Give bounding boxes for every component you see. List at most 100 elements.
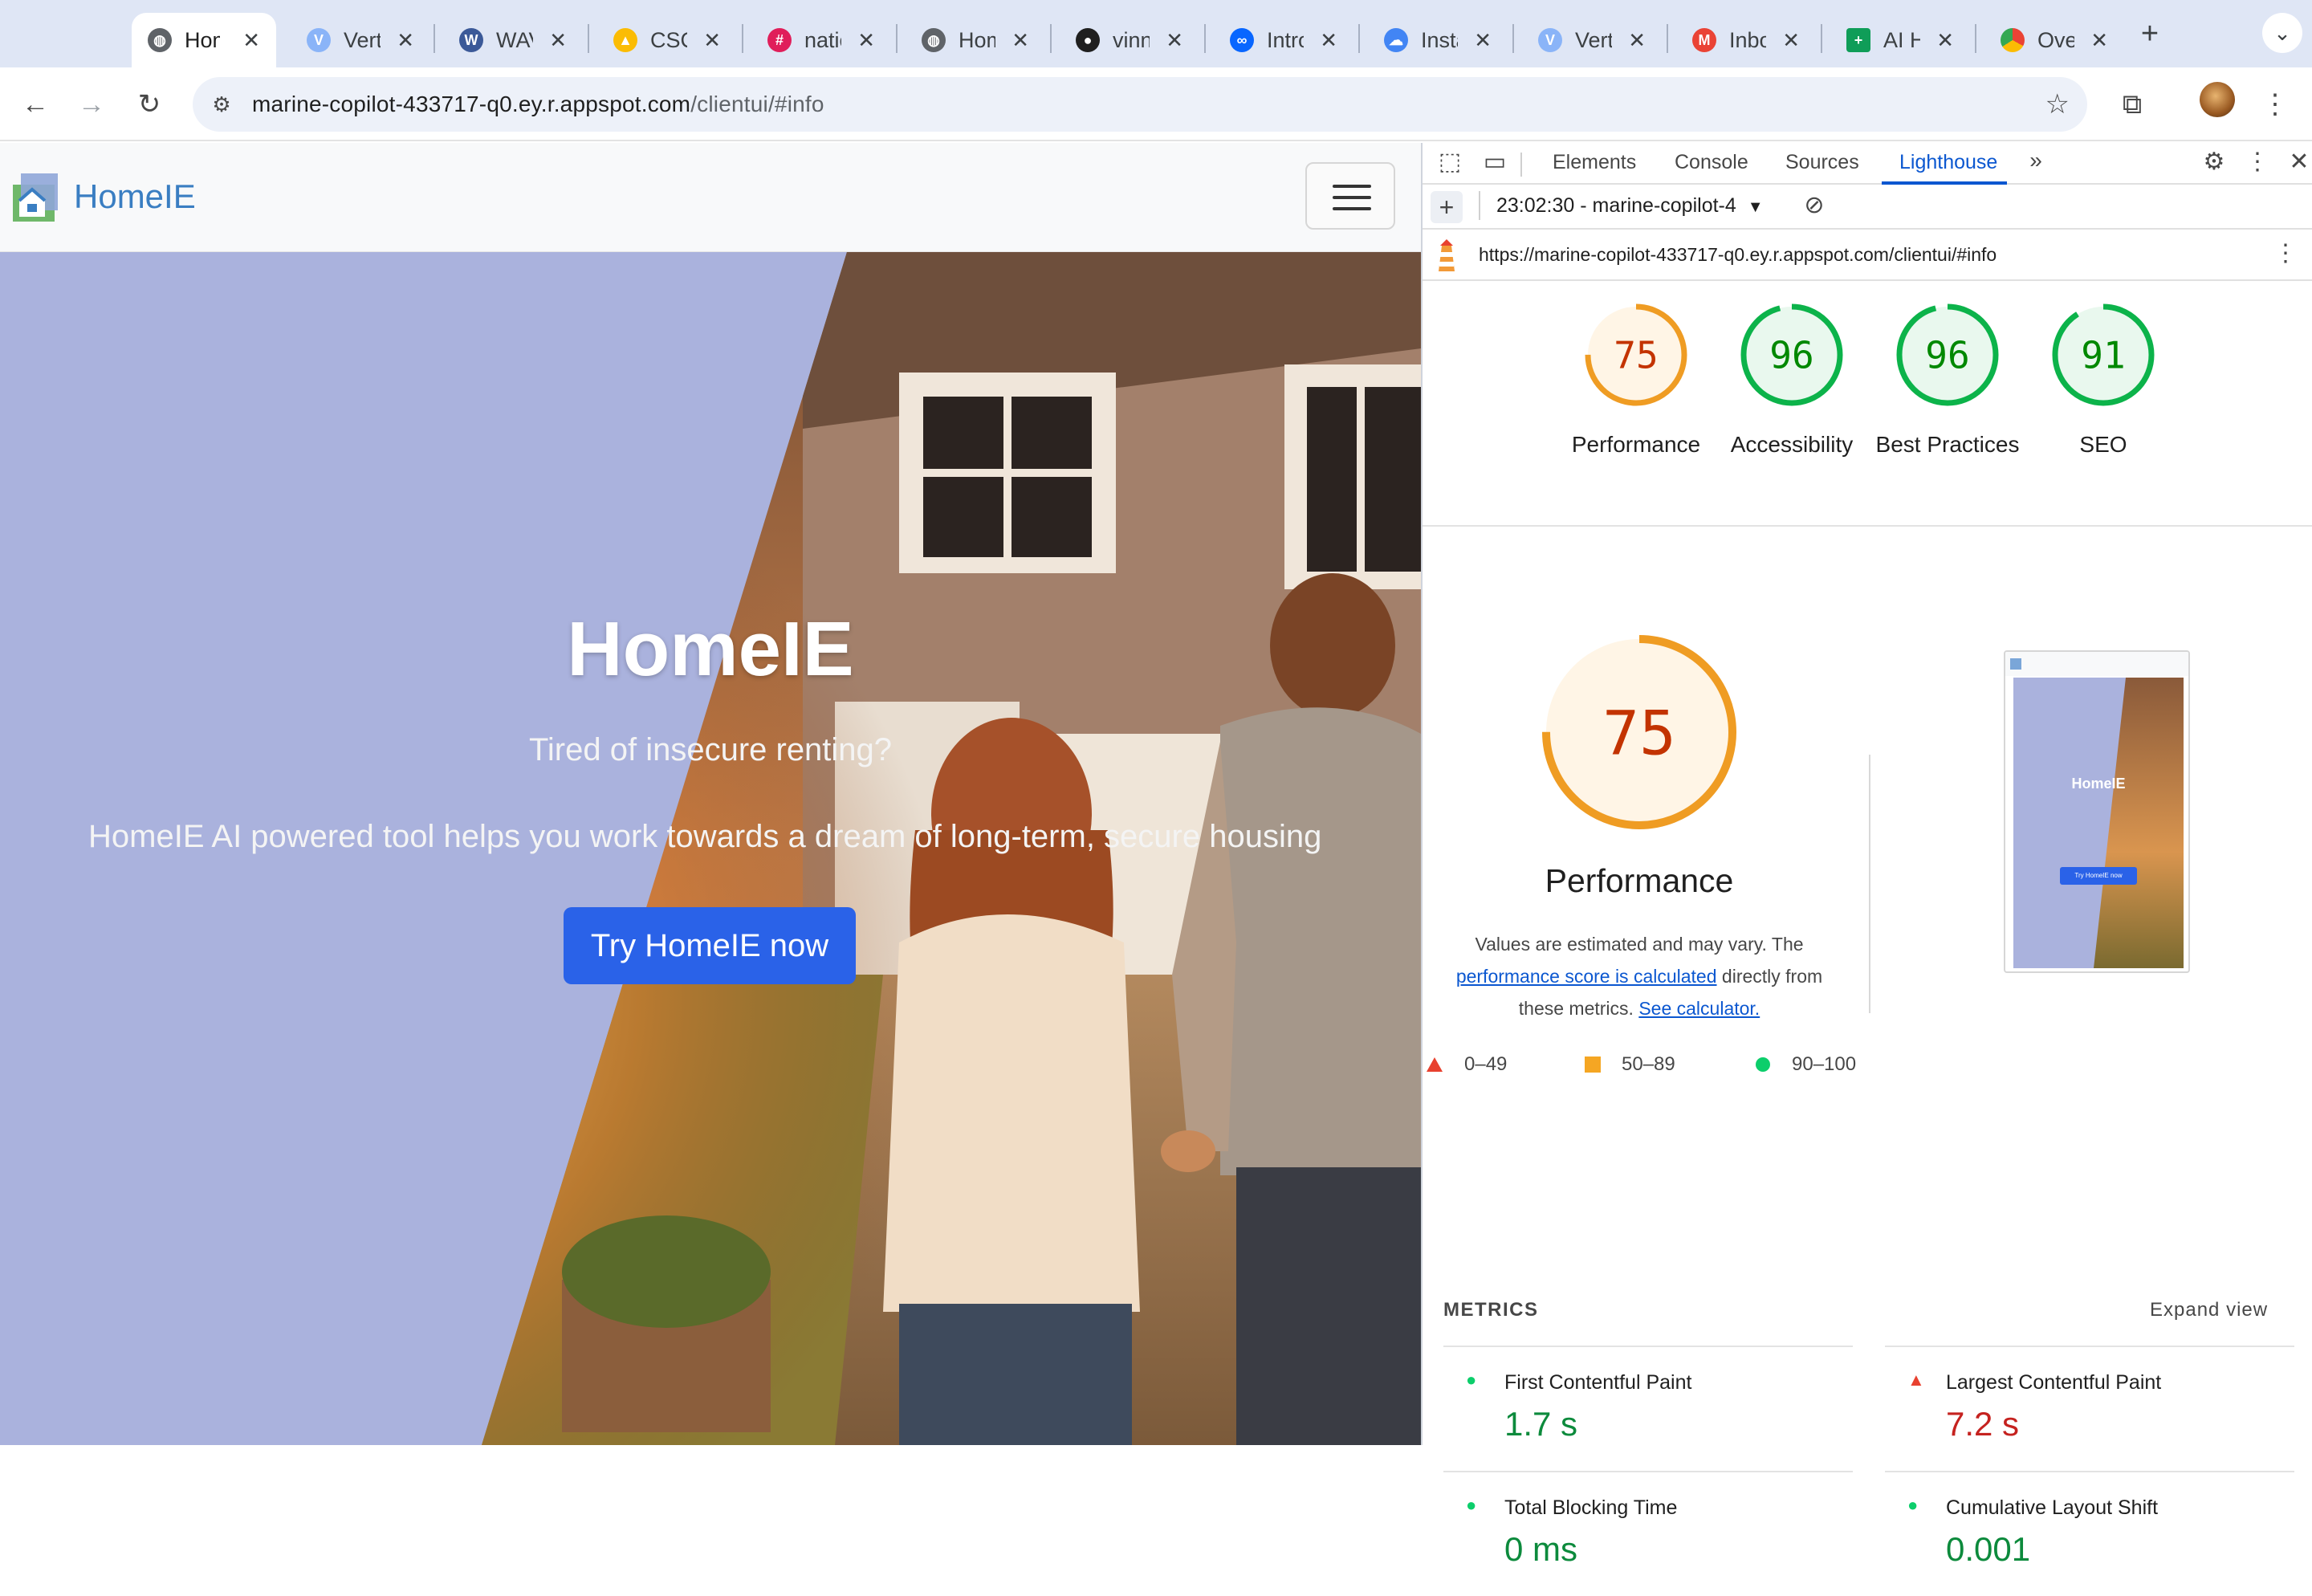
forward-arrow-icon[interactable]: →: [71, 83, 112, 125]
new-tab-button[interactable]: +: [2132, 16, 2168, 51]
close-tab-icon[interactable]: ✕: [242, 28, 260, 53]
url-text: marine-copilot-433717-q0.ey.r.appspot.co…: [252, 92, 824, 117]
metric-value: 0 ms: [1504, 1530, 1578, 1568]
report-url[interactable]: https://marine-copilot-433717-q0.ey.r.ap…: [1479, 244, 1997, 266]
report-menu-kebab-icon[interactable]: ⋮: [2273, 239, 2298, 267]
profile-avatar[interactable]: [2200, 82, 2235, 117]
tab-lighthouse[interactable]: Lighthouse: [1899, 151, 1997, 174]
see-calculator-link[interactable]: See calculator.: [1638, 998, 1760, 1019]
bookmark-star-icon[interactable]: ☆: [2045, 88, 2070, 120]
report-selector[interactable]: 23:02:30 - marine-copilot-4 ▼: [1496, 194, 1764, 218]
tab-console[interactable]: Console: [1675, 151, 1748, 174]
tab-github[interactable]: ● vinny ✕: [1060, 13, 1199, 67]
meta-icon: ∞: [1230, 28, 1254, 52]
tab-vertex[interactable]: V Vertex AI ✕: [291, 13, 430, 67]
hero-description: HomeIE AI powered tool helps you work to…: [88, 819, 1322, 854]
chrome-icon: [2001, 28, 2025, 52]
close-tab-icon[interactable]: ✕: [703, 28, 721, 53]
tab-instances[interactable]: ☁ Instances ✕: [1368, 13, 1508, 67]
tab-elements[interactable]: Elements: [1553, 151, 1636, 174]
close-tab-icon[interactable]: ✕: [1166, 28, 1183, 53]
metric-cls: ● Cumulative Layout Shift 0.001: [1885, 1471, 2294, 1596]
navbar-toggler-button[interactable]: [1305, 162, 1395, 230]
score-label-accessibility[interactable]: Accessibility: [1712, 432, 1872, 458]
score-label-performance[interactable]: Performance: [1556, 432, 1716, 458]
square-icon: [1585, 1057, 1601, 1073]
try-homeie-button[interactable]: Try HomeIE now: [564, 907, 856, 984]
close-tab-icon[interactable]: ✕: [1012, 28, 1029, 53]
close-tab-icon[interactable]: ✕: [1474, 28, 1492, 53]
section-divider: [1423, 525, 2312, 527]
tab-search-chevron-icon[interactable]: ⌄: [2262, 13, 2302, 53]
back-arrow-icon[interactable]: ←: [14, 83, 56, 125]
close-tab-icon[interactable]: ✕: [2090, 28, 2108, 53]
close-tab-icon[interactable]: ✕: [1320, 28, 1337, 53]
brand[interactable]: HomeIE: [8, 169, 196, 225]
close-devtools-icon[interactable]: ✕: [2283, 148, 2312, 176]
close-tab-icon[interactable]: ✕: [857, 28, 875, 53]
thumb-cta: Try HomeIE now: [2060, 867, 2137, 885]
settings-gear-icon[interactable]: ⚙: [2198, 148, 2230, 176]
menu-kebab-icon[interactable]: ⋮: [2256, 85, 2294, 124]
tab-meta[interactable]: ∞ Introducing ✕: [1214, 13, 1353, 67]
tab-gmail[interactable]: M Inbox ✕: [1676, 13, 1816, 67]
address-bar[interactable]: ⚙ marine-copilot-433717-q0.ey.r.appspot.…: [193, 77, 2087, 132]
score-gauges: 75 96 96 91: [1585, 303, 2155, 406]
thumb-logo-icon: [2010, 658, 2021, 670]
reload-icon[interactable]: ↻: [128, 83, 170, 125]
close-tab-icon[interactable]: ✕: [1936, 28, 1954, 53]
web-page: HomeIE HomeIE Tired of insecure renting?…: [0, 143, 1421, 1445]
clear-reports-icon[interactable]: ⊘: [1800, 191, 1829, 220]
close-tab-icon[interactable]: ✕: [1628, 28, 1646, 53]
tab-csci[interactable]: ▲ CSCI ✕: [597, 13, 737, 67]
metric-name: Cumulative Layout Shift: [1946, 1496, 2159, 1519]
thumb-navbar: [2005, 652, 2188, 676]
globe-icon: ◍: [148, 28, 172, 52]
tab-homeie-active[interactable]: ◍ HomeIE ✕: [132, 13, 276, 67]
page-screenshot-thumbnail[interactable]: HomeIE Try HomeIE now: [2004, 650, 2190, 973]
devtools-panel: ⬚ ▭ Elements Console Sources Lighthouse …: [1421, 143, 2312, 1568]
more-tabs-chevron-icon[interactable]: »: [2020, 148, 2052, 173]
report-selector-label: 23:02:30 - marine-copilot-4: [1496, 194, 1736, 217]
close-tab-icon[interactable]: ✕: [1782, 28, 1800, 53]
tab-overview[interactable]: Overview ✕: [1984, 13, 2124, 67]
sheets-icon: +: [1846, 28, 1870, 52]
devtools-menu-kebab-icon[interactable]: ⋮: [2241, 148, 2273, 176]
tab-separator: [1975, 24, 1976, 53]
tab-homeie[interactable]: ◍ HomeIE ✕: [906, 13, 1045, 67]
pass-circle-icon: ●: [1907, 1495, 1919, 1515]
close-tab-icon[interactable]: ✕: [549, 28, 567, 53]
tab-sheets[interactable]: + AI H ✕: [1830, 13, 1970, 67]
new-report-plus-icon[interactable]: +: [1431, 191, 1463, 223]
gauge-best-practices: 96: [1896, 303, 1999, 406]
expand-view-button[interactable]: Expand view: [2150, 1299, 2268, 1321]
slack-icon: #: [767, 28, 792, 52]
extensions-puzzle-icon[interactable]: ⧉: [2113, 85, 2151, 124]
legend-label: 50–89: [1622, 1053, 1675, 1075]
tab-slack[interactable]: # national ✕: [751, 13, 891, 67]
score-label-seo[interactable]: SEO: [2023, 432, 2184, 458]
dropdown-caret-icon: ▼: [1747, 198, 1764, 216]
drive-icon: ▲: [613, 28, 637, 52]
site-settings-icon[interactable]: ⚙: [206, 92, 238, 117]
tab-separator: [742, 24, 743, 53]
tab-sources[interactable]: Sources: [1785, 151, 1859, 174]
tab-title: CSCI: [650, 27, 687, 52]
metrics-heading: METRICS: [1443, 1299, 1539, 1321]
inspect-element-icon[interactable]: ⬚: [1434, 148, 1466, 176]
metric-value: 1.7 s: [1504, 1405, 1578, 1443]
gauge-score: 96: [1925, 334, 1969, 377]
tab-wave[interactable]: W WAVE ✕: [443, 13, 583, 67]
tab-title: WAVE: [496, 27, 533, 52]
score-calculated-link[interactable]: performance score is calculated: [1456, 966, 1717, 987]
tab-title: AI H: [1883, 27, 1920, 52]
score-label-best-practices[interactable]: Best Practices: [1867, 432, 2028, 458]
gauge-performance: 75: [1585, 303, 1687, 406]
toolbar-divider: [1520, 153, 1522, 177]
main-gauge-label: Performance: [1545, 862, 1734, 899]
close-tab-icon[interactable]: ✕: [397, 28, 414, 53]
tab-vertex-2[interactable]: V Vertex AI ✕: [1522, 13, 1662, 67]
gauge-accessibility: 96: [1740, 303, 1843, 406]
tab-separator: [1667, 24, 1668, 53]
device-toolbar-icon[interactable]: ▭: [1479, 148, 1511, 176]
